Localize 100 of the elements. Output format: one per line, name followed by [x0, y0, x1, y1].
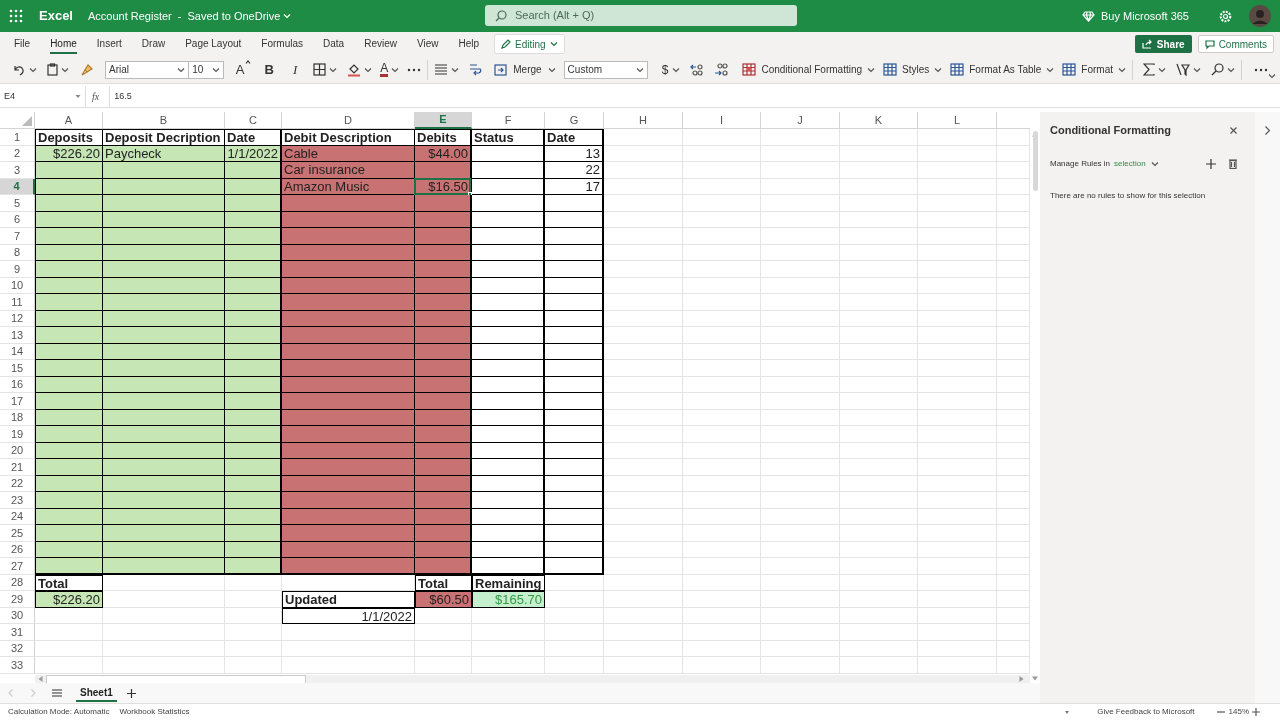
column-header[interactable]: B — [103, 112, 225, 129]
name-box[interactable]: E4 — [0, 86, 86, 107]
caret-icon — [329, 66, 338, 73]
manage-rules-label: Manage Rules in — [1050, 157, 1111, 170]
empty-cell — [35, 607, 103, 624]
wrap-text-icon[interactable] — [469, 63, 483, 76]
add-icon[interactable] — [1206, 158, 1216, 169]
column-header[interactable]: K — [840, 112, 918, 129]
workbook-statistics-button[interactable]: Workbook Statistics — [119, 706, 190, 718]
table-cell: Updated — [282, 591, 415, 608]
ribbon-tab[interactable]: Insert — [96, 34, 122, 54]
expand-panel-icon[interactable] — [1265, 126, 1270, 135]
app-launcher-icon[interactable] — [9, 9, 23, 23]
column-header[interactable]: F — [472, 112, 545, 129]
currency-button[interactable]: $ — [661, 60, 681, 79]
column-header[interactable]: E — [415, 112, 472, 129]
buy-link[interactable]: Buy Microsoft 365 — [1081, 7, 1189, 25]
table-cell: $165.70 — [472, 591, 545, 608]
increase-decimal-icon[interactable] — [690, 63, 705, 76]
row-header[interactable]: 33 — [0, 657, 35, 674]
empty-cell — [35, 657, 103, 674]
font-dropdown[interactable]: Arial — [105, 60, 190, 79]
close-icon[interactable] — [1230, 126, 1237, 134]
document-title[interactable]: Account Register — [88, 7, 172, 25]
table-cell: Total — [415, 574, 472, 591]
empty-cell — [415, 640, 472, 657]
function-label[interactable]: fx — [92, 89, 100, 104]
italic-button[interactable]: I — [292, 59, 298, 80]
zoom-level: 145% — [1228, 706, 1249, 718]
more-icon[interactable] — [407, 67, 422, 72]
caret-icon[interactable] — [1065, 710, 1070, 714]
table-cell: Car insurance — [282, 162, 415, 179]
row-header[interactable]: 1 — [0, 129, 35, 146]
number-format-dropdown[interactable]: Custom — [563, 60, 648, 79]
search-field[interactable]: Search (Alt + Q) — [485, 5, 797, 26]
caret-icon — [29, 66, 37, 73]
sort-filter-icon — [1176, 63, 1190, 76]
menu-icon[interactable] — [52, 689, 62, 697]
row-header[interactable]: 30 — [0, 607, 35, 624]
feedback-link[interactable]: Give Feedback to Microsoft — [1097, 706, 1195, 718]
editing-button[interactable]: Editing — [494, 34, 565, 54]
table-icon — [883, 63, 898, 76]
empty-message: There are no rules to show for this selection — [1050, 189, 1207, 202]
table-cell: Deposits — [35, 129, 103, 146]
empty-cell — [545, 343, 604, 360]
column-header[interactable]: G — [545, 112, 604, 129]
bold-button[interactable]: B — [264, 59, 274, 80]
styles-button[interactable]: Styles — [883, 62, 943, 77]
conditional-formatting-button[interactable]: Conditional Formatting — [742, 62, 876, 77]
grow-font-button[interactable]: A — [235, 59, 251, 80]
format-as-table-button[interactable]: Format As Table — [950, 62, 1055, 77]
avatar-icon[interactable] — [1249, 5, 1271, 27]
ribbon-tab[interactable]: Data — [323, 34, 345, 54]
ribbon-tab[interactable]: File — [14, 34, 31, 54]
format-button[interactable]: Format — [1062, 62, 1126, 77]
table-cell: Total — [35, 574, 103, 591]
ribbon-tab[interactable]: Formulas — [261, 34, 304, 54]
caret-icon — [1227, 66, 1235, 73]
font-size-dropdown[interactable]: 10 — [189, 60, 224, 79]
brush-icon[interactable] — [81, 63, 93, 76]
scope-dropdown[interactable]: selection — [1114, 157, 1159, 170]
empty-cell — [545, 261, 604, 278]
row-header[interactable]: 28 — [0, 574, 35, 591]
caret-icon — [549, 41, 558, 47]
column-header[interactable]: L — [918, 112, 997, 129]
comments-button[interactable]: Comments — [1197, 35, 1274, 53]
merge-button[interactable]: Merge — [494, 62, 556, 77]
column-header[interactable]: C — [225, 112, 282, 129]
empty-cell — [545, 657, 604, 674]
table-cell[interactable]: $16.50 — [415, 178, 472, 195]
column-header[interactable]: J — [761, 112, 840, 129]
formula-input[interactable]: 16.5 — [109, 86, 1280, 107]
column-header[interactable]: A — [35, 112, 103, 129]
ribbon-tab[interactable]: Draw — [141, 34, 166, 54]
caret-icon — [672, 66, 681, 73]
font-color-button[interactable]: A — [380, 62, 389, 77]
settings-icon[interactable] — [1219, 9, 1232, 23]
save-status[interactable]: Saved to OneDrive — [187, 7, 292, 25]
ribbon-tab[interactable]: Home — [50, 34, 77, 54]
row-header[interactable]: 31 — [0, 624, 35, 641]
share-icon — [1141, 39, 1153, 49]
more-icon[interactable] — [1254, 67, 1268, 72]
empty-cell — [545, 393, 604, 410]
ribbon-tab[interactable]: Help — [458, 34, 480, 54]
empty-cell — [545, 442, 604, 459]
ribbon-tab[interactable]: Page Layout — [185, 34, 242, 54]
add-sheet-icon[interactable] — [126, 688, 136, 698]
expand-ribbon-icon[interactable] — [1268, 72, 1276, 79]
diamond-icon — [1081, 10, 1095, 22]
ribbon-tab[interactable]: Review — [364, 34, 397, 54]
trash-icon[interactable] — [1229, 158, 1237, 169]
column-header[interactable]: H — [604, 112, 683, 129]
decrease-decimal-icon[interactable] — [714, 63, 729, 76]
ribbon-tab[interactable]: View — [416, 34, 439, 54]
column-header[interactable]: D — [282, 112, 415, 129]
row-header[interactable]: 32 — [0, 640, 35, 657]
share-button[interactable]: Share — [1134, 35, 1192, 53]
column-header[interactable]: I — [683, 112, 761, 129]
empty-cell — [545, 294, 604, 311]
zoom-in-icon[interactable] — [1252, 708, 1260, 716]
